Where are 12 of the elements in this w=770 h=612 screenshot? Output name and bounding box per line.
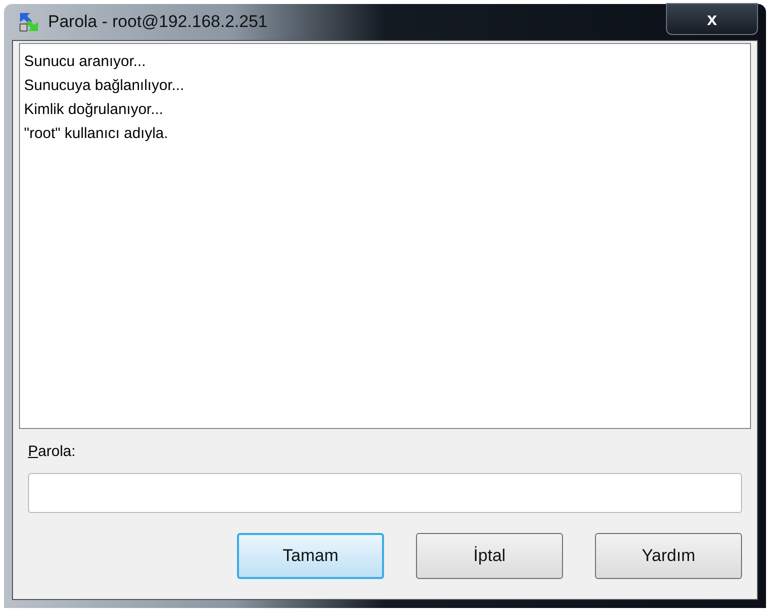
dialog-button[interactable]: Yardım: [595, 532, 742, 578]
password-field[interactable]: [28, 472, 742, 512]
network-connection-icon: [18, 11, 40, 33]
log-line: "root" kullanıcı adıyla.: [24, 124, 170, 144]
log-line: Kimlik doğrulanıyor...: [24, 100, 164, 120]
log-line: Sunucuya bağlanılıyor...: [24, 76, 186, 96]
dialog-button[interactable]: Tamam: [237, 532, 384, 578]
close-button[interactable]: x: [666, 3, 758, 35]
dialog-button[interactable]: İptal: [416, 532, 563, 578]
log-line: Sunucu aranıyor...: [24, 52, 147, 72]
window-title: Parola - root@192.168.2.251: [48, 11, 268, 34]
password-label: Parola:: [28, 442, 76, 462]
